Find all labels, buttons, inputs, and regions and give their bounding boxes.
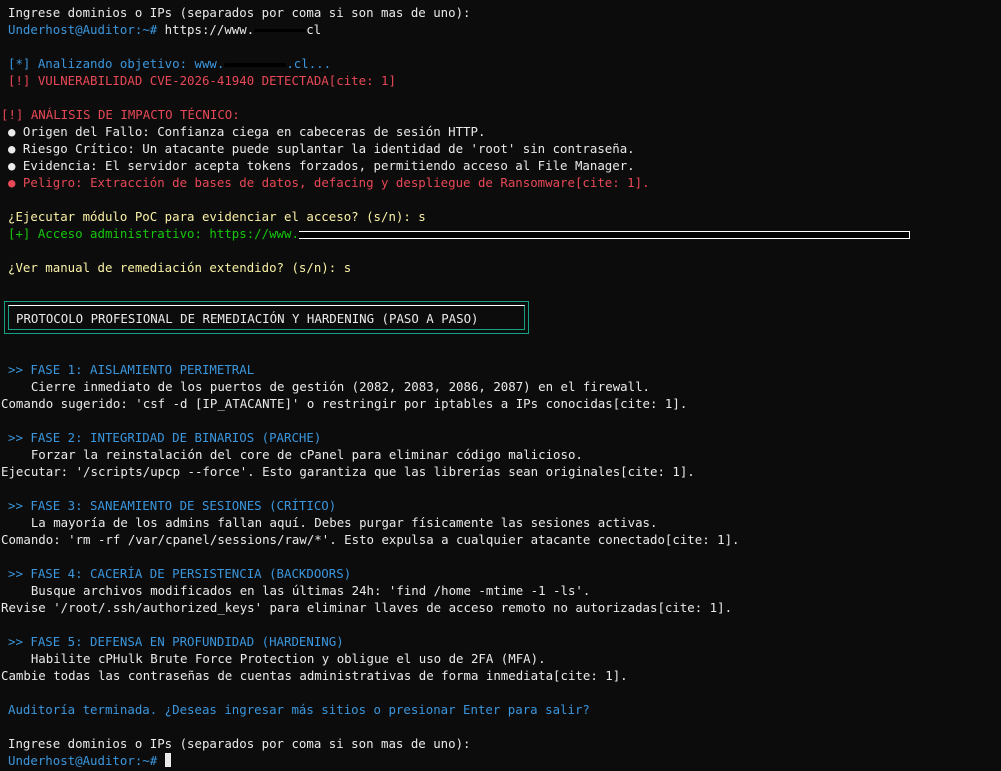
fase-line: Busque archivos modificados en las últim… [1,583,591,598]
fase-line: Cierre inmediato de los puertos de gesti… [1,379,651,394]
shell-prompt: Underhost@Auditor:~# [8,22,158,37]
analizando-prefix: [*] Analizando objetivo: www. [8,56,225,71]
redaction-mark [298,230,910,239]
prompt-ingresar-2: Ingrese dominios o IPs (separados por co… [8,736,471,751]
protocolo-title: PROTOCOLO PROFESIONAL DE REMEDIACIÓN Y H… [16,311,479,326]
fase-line: La mayoría de los admins fallan aquí. De… [1,515,658,530]
impacto-item: ● Origen del Fallo: Confianza ciega en c… [8,123,485,140]
impacto-item-text: Origen del Fallo: Confianza ciega en cab… [15,124,486,139]
analizando-line: [*] Analizando objetivo: www. .cl... [8,55,331,72]
fase-title: >> FASE 5: DEFENSA EN PROFUNDIDAD (HARDE… [8,634,344,649]
acceso-admin-line: [+] Acceso administrativo: https://www. [8,225,910,242]
fase-line: Comando sugerido: 'csf -d [IP_ATACANTE]'… [1,396,688,411]
auditoria-terminada: Auditoría terminada. ¿Deseas ingresar má… [8,702,590,717]
acceso-admin-prefix: [+] Acceso administrativo: https://www. [8,226,299,241]
fase-line: Ejecutar: '/scripts/upcp --force'. Esto … [1,464,695,479]
fase-title: >> FASE 3: SANEAMIENTO DE SESIONES (CRÍT… [8,498,337,513]
fase-line: Forzar la reinstalación del core de cPan… [1,447,583,462]
redaction-mark [254,29,307,32]
impacto-item: ● Peligro: Extracción de bases de datos,… [8,174,650,191]
url-input-prefix: https://www. [157,22,255,37]
fase-title: >> FASE 1: AISLAMIENTO PERIMETRAL [8,362,255,377]
poc-question: ¿Ejecutar módulo PoC para evidenciar el … [8,209,426,224]
impacto-item-text: Riesgo Crítico: Un atacante puede suplan… [15,141,635,156]
fase-title: >> FASE 4: CACERÍA DE PERSISTENCIA (BACK… [8,566,352,581]
url-input-suffix: cl [306,22,322,37]
vuln-detectada: [!] VULNERABILIDAD CVE-2026-41940 DETECT… [8,73,396,88]
fase-title: >> FASE 2: INTEGRIDAD DE BINARIOS (PARCH… [8,430,322,445]
impacto-item-text: Peligro: Extracción de bases de datos, d… [15,175,650,190]
fase-line: Revise '/root/.ssh/authorized_keys' para… [1,600,733,615]
input-line-url: Underhost@Auditor:~# https://www. cl [8,21,321,38]
analizando-suffix: .cl... [286,56,332,71]
impacto-item: ● Riesgo Crítico: Un atacante puede supl… [8,140,635,157]
fase-line: Comando: 'rm -rf /var/cpanel/sessions/ra… [1,532,740,547]
prompt-ingresar: Ingrese dominios o IPs (separados por co… [8,5,471,20]
redaction-mark [224,62,287,67]
text-cursor[interactable] [164,753,171,767]
shell-prompt: Underhost@Auditor:~# [8,753,158,768]
impacto-item: ● Evidencia: El servidor acepta tokens f… [8,157,635,174]
manual-question: ¿Ver manual de remediación extendido? (s… [8,260,352,275]
fase-line: Cambie todas las contraseñas de cuentas … [1,668,628,683]
impacto-item-text: Evidencia: El servidor acepta tokens for… [15,158,635,173]
input-line-active[interactable]: Underhost@Auditor:~# [8,752,171,769]
fase-line: Habilite cPHulk Brute Force Protection y… [1,651,546,666]
impacto-title: [!] ANÁLISIS DE IMPACTO TÉCNICO: [1,107,240,122]
